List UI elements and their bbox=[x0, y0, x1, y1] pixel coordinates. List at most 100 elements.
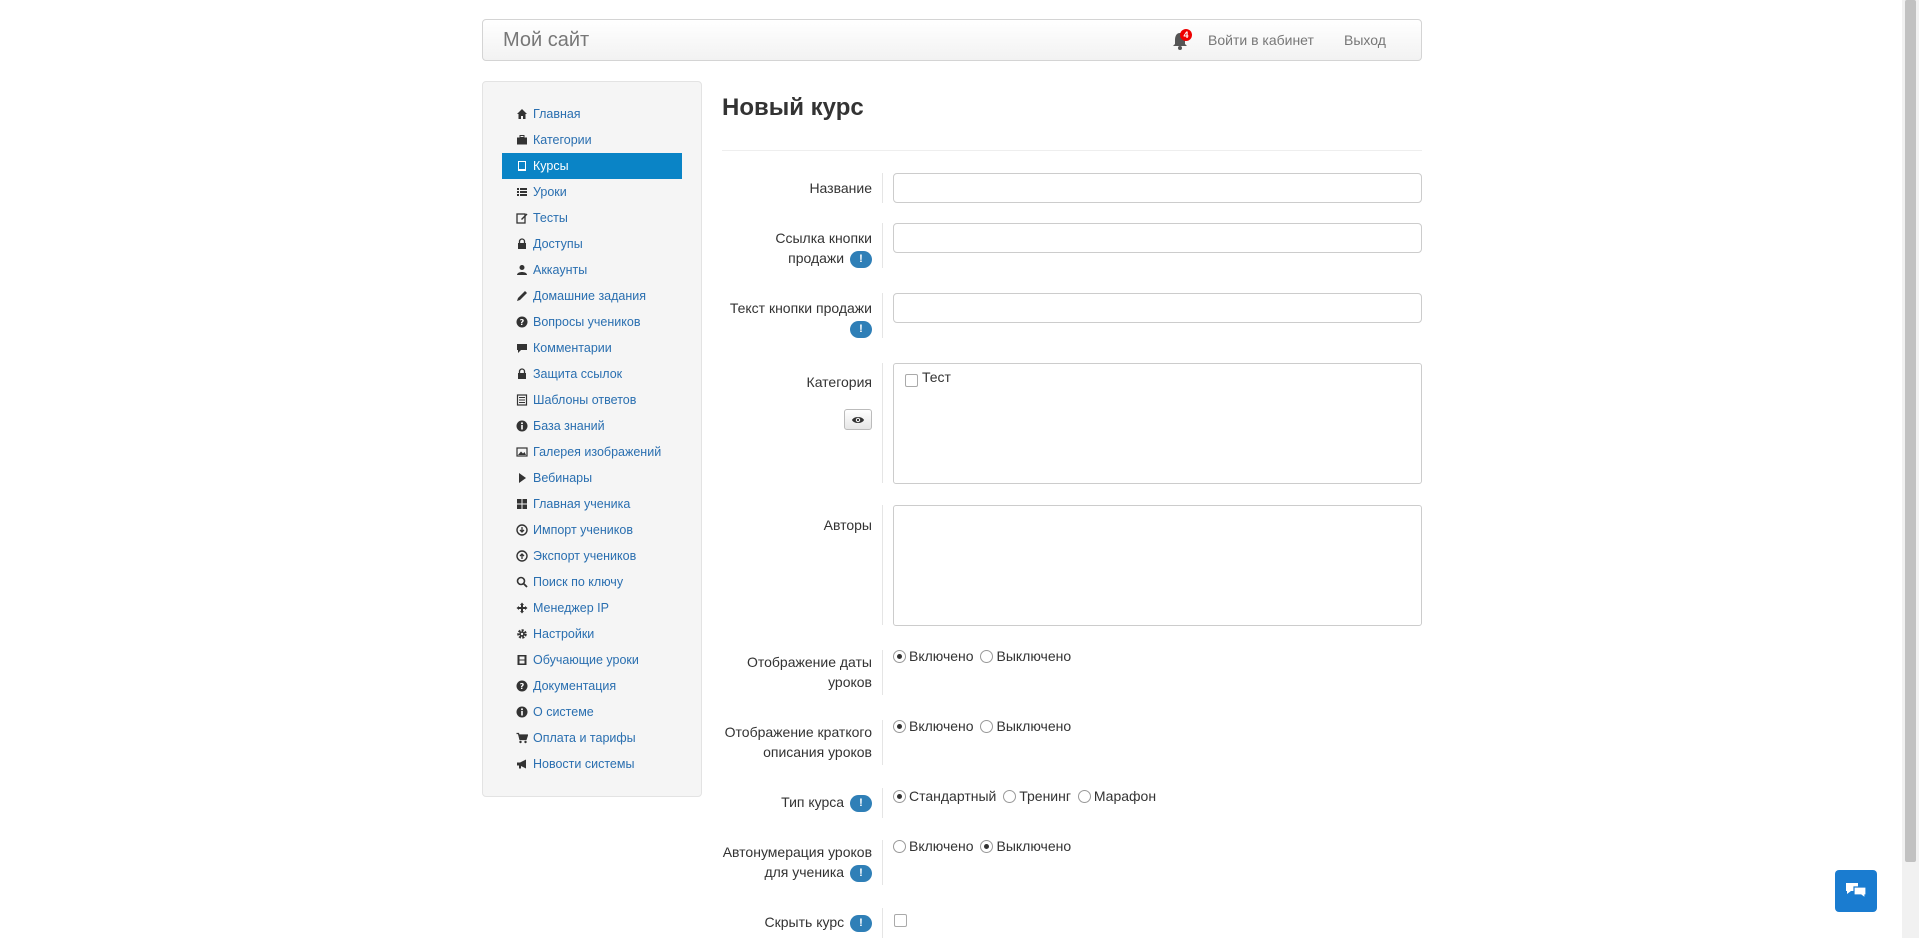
short-desc-on-radio[interactable] bbox=[893, 719, 906, 733]
sidebar-item-comments[interactable]: Комментарии bbox=[502, 335, 682, 361]
authors-label: Авторы bbox=[823, 517, 872, 533]
bullhorn-icon bbox=[517, 759, 526, 769]
site-brand[interactable]: Мой сайт bbox=[503, 29, 589, 52]
play-icon bbox=[519, 473, 526, 483]
sidebar-item-news[interactable]: Новости системы bbox=[502, 751, 682, 777]
cabinet-link[interactable]: Войти в кабинет bbox=[1208, 32, 1314, 48]
sidebar-item-webinars[interactable]: Вебинары bbox=[502, 465, 682, 491]
briefcase-icon bbox=[517, 135, 527, 145]
chat-button[interactable] bbox=[1835, 870, 1877, 912]
autonum-off-radio[interactable] bbox=[980, 839, 994, 853]
course-name-input[interactable] bbox=[893, 173, 1422, 203]
divider bbox=[882, 720, 883, 765]
category-list: Тест bbox=[893, 363, 1422, 484]
sidebar-item-lessons[interactable]: Уроки bbox=[502, 179, 682, 205]
edit-icon bbox=[516, 213, 528, 224]
info-icon bbox=[516, 706, 528, 718]
sidebar-item-import-students[interactable]: Импорт учеников bbox=[502, 517, 682, 543]
comment-icon bbox=[517, 344, 527, 353]
template-icon bbox=[516, 394, 528, 406]
sidebar-item-homework[interactable]: Домашние задания bbox=[502, 283, 682, 309]
course-type-training-radio[interactable] bbox=[1003, 789, 1017, 803]
film-icon bbox=[517, 655, 527, 665]
sell-text-info-icon[interactable]: ! bbox=[850, 320, 872, 338]
scrollbar-thumb[interactable] bbox=[1905, 0, 1916, 862]
autonum-on-radio[interactable] bbox=[893, 839, 906, 853]
short-desc-label: Отображение краткого описания уроков bbox=[724, 724, 872, 760]
divider bbox=[882, 908, 883, 938]
svg-text:?: ? bbox=[520, 682, 525, 691]
sidebar-item-home[interactable]: Главная bbox=[502, 101, 682, 127]
info-icon bbox=[516, 420, 528, 432]
sidebar-item-courses[interactable]: Курсы bbox=[502, 153, 682, 179]
sidebar-item-student-home[interactable]: Главная ученика bbox=[502, 491, 682, 517]
autonum-options: Включено Выключено bbox=[893, 838, 1074, 858]
course-type-info-icon[interactable]: ! bbox=[850, 794, 872, 812]
sell-link-label: Ссылка кнопки продажи ! bbox=[775, 230, 872, 268]
sidebar-item-about[interactable]: О системе bbox=[502, 699, 682, 725]
picture-icon bbox=[516, 447, 528, 457]
sidebar-item-tests[interactable]: Тесты bbox=[502, 205, 682, 231]
move-icon bbox=[516, 602, 528, 614]
date-display-on-radio[interactable] bbox=[893, 649, 906, 663]
home-icon bbox=[517, 109, 527, 119]
hide-course-checkbox[interactable] bbox=[894, 914, 907, 927]
sidebar-item-knowledge-base[interactable]: База знаний bbox=[502, 413, 682, 439]
sell-text-label: Текст кнопки продажи ! bbox=[730, 298, 872, 338]
cart-icon bbox=[516, 732, 528, 744]
sidebar-item-access[interactable]: Доступы bbox=[502, 231, 682, 257]
sidebar-item-answer-templates[interactable]: Шаблоны ответов bbox=[502, 387, 682, 413]
page-title: Новый курс bbox=[722, 94, 864, 121]
toggle-category-button[interactable] bbox=[844, 409, 872, 430]
search-icon bbox=[516, 576, 528, 588]
import-icon bbox=[516, 524, 528, 536]
short-desc-options: Включено Выключено bbox=[893, 718, 1074, 738]
name-label: Название bbox=[809, 180, 872, 196]
short-desc-off-radio[interactable] bbox=[980, 719, 994, 733]
sidebar-item-categories[interactable]: Категории bbox=[502, 127, 682, 153]
course-type-standard-radio[interactable] bbox=[893, 789, 906, 803]
sidebar-item-link-protection[interactable]: Защита ссылок bbox=[502, 361, 682, 387]
divider bbox=[882, 788, 883, 818]
hide-course-info-icon[interactable]: ! bbox=[850, 914, 872, 932]
authors-textarea[interactable] bbox=[893, 505, 1422, 626]
sidebar-item-ip-manager[interactable]: Менеджер IP bbox=[502, 595, 682, 621]
sidebar-item-accounts[interactable]: Аккаунты bbox=[502, 257, 682, 283]
divider bbox=[882, 293, 883, 338]
grid-icon bbox=[517, 499, 527, 509]
sidebar-item-export-students[interactable]: Экспорт учеников bbox=[502, 543, 682, 569]
top-navbar: Мой сайт 4 Войти в кабинет Выход bbox=[482, 19, 1422, 61]
sidebar-item-key-search[interactable]: Поиск по ключу bbox=[502, 569, 682, 595]
sidebar-item-tutorial-lessons[interactable]: Обучающие уроки bbox=[502, 647, 682, 673]
category-checkbox-test[interactable] bbox=[905, 374, 918, 387]
sidebar-item-payment[interactable]: Оплата и тарифы bbox=[502, 725, 682, 751]
sidebar-item-image-gallery[interactable]: Галерея изображений bbox=[502, 439, 682, 465]
user-icon bbox=[517, 265, 527, 275]
gear-icon bbox=[517, 629, 527, 639]
divider bbox=[882, 505, 883, 625]
pencil-icon bbox=[517, 291, 527, 301]
divider bbox=[882, 840, 883, 885]
date-display-off-radio[interactable] bbox=[980, 649, 994, 663]
exit-link[interactable]: Выход bbox=[1344, 32, 1386, 48]
sell-link-input[interactable] bbox=[893, 223, 1422, 253]
list-icon bbox=[517, 188, 527, 196]
divider bbox=[882, 363, 883, 483]
title-divider bbox=[722, 150, 1422, 151]
course-type-marathon-radio[interactable] bbox=[1077, 789, 1091, 803]
sidebar-item-documentation[interactable]: ? Документация bbox=[502, 673, 682, 699]
date-display-options: Включено Выключено bbox=[893, 648, 1074, 668]
sidebar-item-student-questions[interactable]: ? Вопросы учеников bbox=[502, 309, 682, 335]
chat-icon bbox=[1846, 883, 1867, 900]
sell-link-info-icon[interactable]: ! bbox=[850, 250, 872, 268]
hide-course-label: Скрыть курс ! bbox=[765, 912, 872, 932]
question-icon: ? bbox=[516, 316, 528, 328]
autonum-label: Автонумерация уроков для ученика ! bbox=[722, 844, 872, 882]
divider bbox=[882, 173, 883, 203]
sidebar-item-settings[interactable]: Настройки bbox=[502, 621, 682, 647]
book-icon bbox=[518, 161, 526, 171]
course-type-label: Тип курса ! bbox=[781, 792, 872, 812]
sell-text-input[interactable] bbox=[893, 293, 1422, 323]
autonum-info-icon[interactable]: ! bbox=[850, 864, 872, 882]
category-option-label: Тест bbox=[922, 369, 951, 385]
